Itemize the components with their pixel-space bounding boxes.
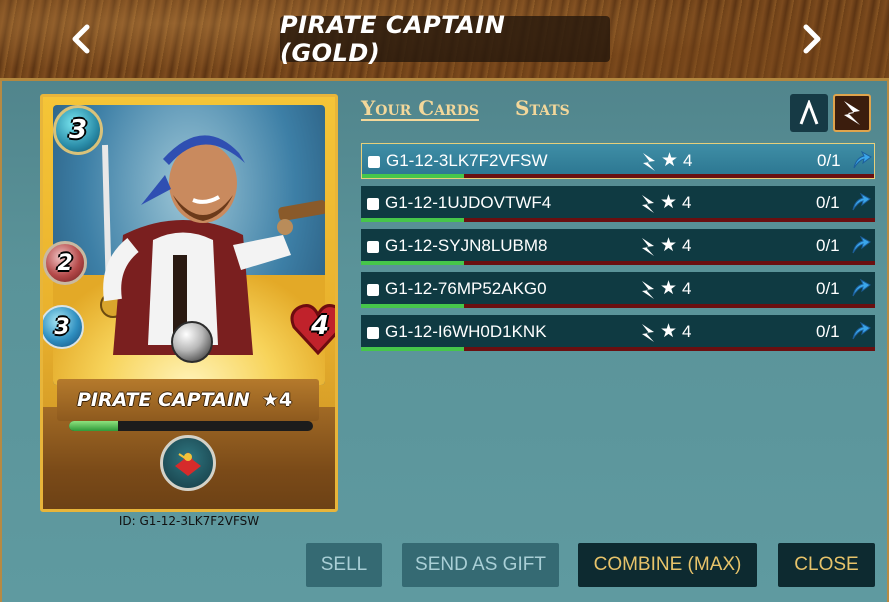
health-value-wrap: 4 bbox=[305, 311, 335, 341]
row-level: 4 bbox=[682, 236, 692, 255]
row-xp-bar bbox=[361, 261, 875, 265]
edition-icon bbox=[844, 101, 860, 125]
sell-button[interactable]: SELL bbox=[306, 543, 382, 587]
card-row[interactable]: G1-12-I6WH0D1KNK ★ 4 0/1 bbox=[361, 315, 875, 351]
row-xp-fill bbox=[361, 218, 464, 222]
row-card-id: G1-12-3LK7F2VFSW bbox=[386, 151, 548, 170]
row-xp-bar bbox=[361, 304, 875, 308]
chevron-left-icon bbox=[72, 24, 90, 54]
row-level: 4 bbox=[683, 151, 693, 170]
edition-icon bbox=[642, 324, 654, 342]
speed-value: 3 bbox=[54, 314, 70, 340]
row-xp-fill bbox=[361, 261, 464, 265]
edition-icon bbox=[642, 195, 654, 213]
speed-badge: 3 bbox=[43, 305, 84, 349]
upgrade-arrow-icon[interactable] bbox=[849, 278, 871, 300]
star-icon: ★ bbox=[660, 234, 678, 256]
row-level: 4 bbox=[682, 279, 692, 298]
chevron-right-icon bbox=[803, 24, 821, 54]
row-count: 0/1 bbox=[817, 151, 841, 170]
row-card-id: G1-12-SYJN8LUBM8 bbox=[385, 236, 548, 255]
upgrade-arrow-icon[interactable] bbox=[849, 321, 871, 343]
row-checkbox[interactable] bbox=[368, 156, 380, 168]
row-xp-fill bbox=[361, 347, 464, 351]
row-card-id: G1-12-76MP52AKG0 bbox=[385, 279, 547, 298]
row-xp-fill bbox=[362, 174, 465, 178]
card-name-banner: PIRATE CAPTAIN ★4 bbox=[57, 379, 319, 421]
row-xp-bar bbox=[361, 218, 875, 222]
row-xp-fill bbox=[361, 304, 464, 308]
card-row[interactable]: G1-12-3LK7F2VFSW ★ 4 0/1 bbox=[361, 143, 875, 179]
sort-up-button[interactable] bbox=[790, 94, 828, 132]
send-as-gift-button[interactable]: SEND AS GIFT bbox=[402, 543, 559, 587]
row-level: 4 bbox=[682, 193, 692, 212]
attack-badge: 2 bbox=[43, 241, 87, 285]
row-level: 4 bbox=[682, 322, 692, 341]
page-title: PIRATE CAPTAIN (GOLD) bbox=[280, 11, 506, 67]
star-icon: ★ bbox=[661, 149, 679, 171]
row-card-id: G1-12-I6WH0D1KNK bbox=[385, 322, 547, 341]
row-count: 0/1 bbox=[816, 236, 840, 255]
previous-card-button[interactable] bbox=[66, 22, 96, 56]
upgrade-arrow-icon[interactable] bbox=[849, 192, 871, 214]
row-count: 0/1 bbox=[816, 279, 840, 298]
edition-icon bbox=[642, 238, 654, 256]
edition-icon bbox=[642, 281, 654, 299]
tab-stats[interactable]: Stats bbox=[515, 96, 570, 120]
row-xp-bar bbox=[362, 174, 874, 178]
upgrade-arrow-icon[interactable] bbox=[849, 235, 871, 257]
star-icon: ★ bbox=[660, 277, 678, 299]
row-card-id: G1-12-1UJDOVTWF4 bbox=[385, 193, 552, 212]
header-bar: PIRATE CAPTAIN (GOLD) bbox=[0, 0, 889, 81]
chevron-up-icon bbox=[799, 100, 819, 125]
row-xp-bar bbox=[361, 347, 875, 351]
row-checkbox[interactable] bbox=[367, 327, 379, 339]
row-count: 0/1 bbox=[816, 322, 840, 341]
card-list: G1-12-3LK7F2VFSW ★ 4 0/1 G1-12-1UJDOVTWF4 ★ 4 0… bbox=[361, 143, 875, 358]
card-row[interactable]: G1-12-1UJDOVTWF4 ★ 4 0/1 bbox=[361, 186, 875, 222]
card-level: ★4 bbox=[261, 389, 293, 411]
attack-value: 2 bbox=[57, 250, 73, 276]
card-image: 3 2 3 4 PIRATE CAPTAIN ★4 bbox=[40, 94, 338, 512]
title-plate: PIRATE CAPTAIN (GOLD) bbox=[280, 11, 610, 67]
health-value: 4 bbox=[310, 311, 330, 341]
star-icon: ★ bbox=[660, 320, 678, 342]
card-id-label: ID: G1-12-3LK7F2VFSW bbox=[118, 514, 260, 528]
combine-max-button[interactable]: COMBINE (MAX) bbox=[578, 543, 757, 587]
close-button[interactable]: CLOSE bbox=[778, 543, 875, 587]
card-xp-bar bbox=[69, 421, 313, 431]
next-card-button[interactable] bbox=[797, 22, 827, 56]
row-checkbox[interactable] bbox=[367, 284, 379, 296]
ability-icon bbox=[175, 452, 201, 476]
card-xp-fill bbox=[69, 421, 118, 431]
pearl-orb bbox=[171, 321, 213, 363]
card-row[interactable]: G1-12-SYJN8LUBM8 ★ 4 0/1 bbox=[361, 229, 875, 265]
card-name: PIRATE CAPTAIN bbox=[77, 389, 250, 411]
upgrade-arrow-icon[interactable] bbox=[850, 150, 872, 172]
row-checkbox[interactable] bbox=[367, 198, 379, 210]
mana-value: 3 bbox=[68, 115, 88, 145]
card-row[interactable]: G1-12-76MP52AKG0 ★ 4 0/1 bbox=[361, 272, 875, 308]
edition-icon bbox=[643, 153, 655, 171]
tab-your-cards[interactable]: Your Cards bbox=[361, 96, 479, 120]
edition-filter-button[interactable] bbox=[833, 94, 871, 132]
row-count: 0/1 bbox=[816, 193, 840, 212]
row-checkbox[interactable] bbox=[367, 241, 379, 253]
ability-badge bbox=[160, 435, 216, 491]
mana-cost-badge: 3 bbox=[53, 105, 103, 155]
star-icon: ★ bbox=[660, 191, 678, 213]
